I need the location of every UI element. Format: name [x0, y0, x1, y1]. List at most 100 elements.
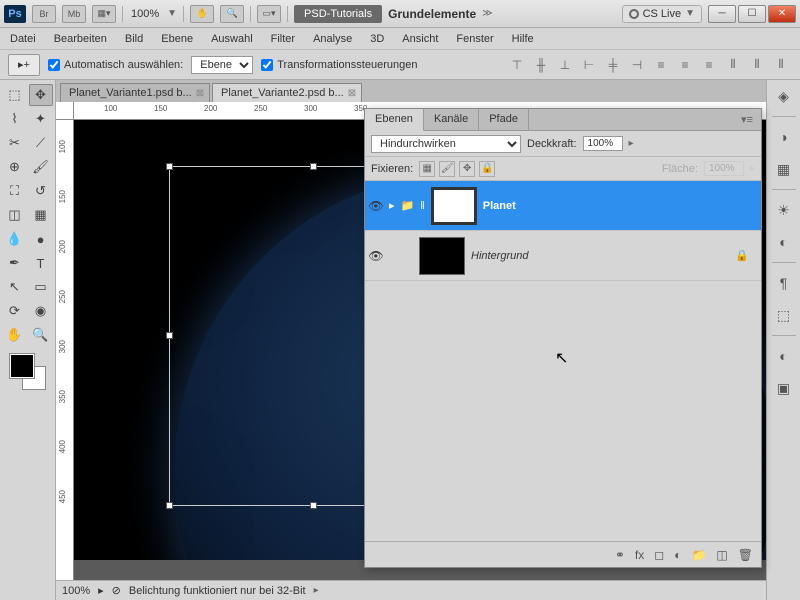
- layer-row[interactable]: 👁 ▸ 📁 ‖ Planet: [365, 181, 761, 231]
- distribute-2-icon[interactable]: ≡: [674, 54, 696, 76]
- hand-tool-button[interactable]: ✋: [190, 5, 214, 23]
- transform-handle[interactable]: [166, 502, 173, 509]
- distribute-3-icon[interactable]: ≡: [698, 54, 720, 76]
- distribute-1-icon[interactable]: ≡: [650, 54, 672, 76]
- layer-thumbnail[interactable]: [419, 237, 465, 275]
- layer-row[interactable]: 👁 Hintergrund 🔒: [365, 231, 761, 281]
- auto-select-dropdown[interactable]: Ebene: [191, 56, 253, 74]
- opacity-slider-icon[interactable]: ▸: [629, 138, 634, 149]
- zoom-dropdown-icon[interactable]: ▼: [167, 8, 177, 19]
- lock-transparency-icon[interactable]: ▦: [419, 161, 435, 177]
- history-brush-tool[interactable]: ↺: [29, 180, 53, 202]
- menu-bearbeiten[interactable]: Bearbeiten: [54, 33, 107, 45]
- pen-tool[interactable]: ✒: [3, 252, 27, 274]
- new-layer-icon[interactable]: ◫: [716, 548, 727, 562]
- shape-tool[interactable]: ▭: [29, 276, 53, 298]
- close-tab-icon[interactable]: ⊠: [348, 88, 356, 99]
- opacity-value[interactable]: 100%: [583, 136, 623, 151]
- transform-handle[interactable]: [166, 163, 173, 170]
- expand-icon[interactable]: ▸: [389, 199, 395, 212]
- tab-pfade[interactable]: Pfade: [479, 109, 529, 130]
- fill-slider-icon[interactable]: ▸: [750, 163, 755, 174]
- wand-tool[interactable]: ✦: [29, 108, 53, 130]
- menu-ansicht[interactable]: Ansicht: [402, 33, 438, 45]
- styles-dock-icon[interactable]: ⬚: [772, 303, 796, 327]
- panel-menu-icon[interactable]: ▾≡: [733, 109, 761, 130]
- brush-tool[interactable]: 🖌: [29, 156, 53, 178]
- workspace-preset[interactable]: PSD-Tutorials: [294, 5, 382, 23]
- transform-handle[interactable]: [310, 163, 317, 170]
- path-tool[interactable]: ↖: [3, 276, 27, 298]
- layer-name[interactable]: Hintergrund: [471, 250, 528, 262]
- stamp-tool[interactable]: ⛶: [3, 180, 27, 202]
- menu-fenster[interactable]: Fenster: [456, 33, 493, 45]
- marquee-tool[interactable]: ⬚: [3, 84, 27, 106]
- screen-mode-button[interactable]: ▭▾: [257, 5, 281, 23]
- view-extras-button[interactable]: ▦▾: [92, 5, 116, 23]
- status-zoom[interactable]: 100%: [62, 585, 90, 597]
- adjustments-dock-icon[interactable]: ☀: [772, 198, 796, 222]
- close-button[interactable]: ✕: [768, 5, 796, 23]
- zoom-tool-button[interactable]: 🔍: [220, 5, 244, 23]
- layer-name[interactable]: Planet: [483, 200, 516, 212]
- align-hcenter-icon[interactable]: ╪: [602, 54, 624, 76]
- menu-filter[interactable]: Filter: [271, 33, 295, 45]
- document-tab[interactable]: Planet_Variante2.psd b...⊠: [212, 83, 362, 102]
- menu-bild[interactable]: Bild: [125, 33, 143, 45]
- tab-kanale[interactable]: Kanäle: [424, 109, 479, 130]
- visibility-icon[interactable]: 👁: [369, 249, 383, 263]
- menu-hilfe[interactable]: Hilfe: [512, 33, 534, 45]
- minibridge-button[interactable]: Mb: [62, 5, 86, 23]
- crop-tool[interactable]: ✂: [3, 132, 27, 154]
- camera-tool[interactable]: ◉: [29, 300, 53, 322]
- dodge-tool[interactable]: ●: [29, 228, 53, 250]
- menu-analyse[interactable]: Analyse: [313, 33, 352, 45]
- align-top-icon[interactable]: ⊤: [506, 54, 528, 76]
- transform-handle[interactable]: [166, 332, 173, 339]
- new-group-icon[interactable]: 📁: [691, 548, 706, 562]
- close-tab-icon[interactable]: ⊠: [196, 88, 204, 99]
- hand-tool[interactable]: ✋: [3, 324, 27, 346]
- navigator-dock-icon[interactable]: ▣: [772, 376, 796, 400]
- color-swatches[interactable]: [10, 354, 46, 390]
- blend-mode-dropdown[interactable]: Hindurchwirken: [371, 135, 521, 153]
- type-tool[interactable]: T: [29, 252, 53, 274]
- gradient-tool[interactable]: ▦: [29, 204, 53, 226]
- link-layers-icon[interactable]: ⚭: [615, 548, 625, 562]
- workspace-more-icon[interactable]: ≫: [482, 8, 492, 19]
- align-bottom-icon[interactable]: ⊥: [554, 54, 576, 76]
- distribute-6-icon[interactable]: ⦀: [770, 54, 792, 76]
- healing-tool[interactable]: ⊕: [3, 156, 27, 178]
- layer-thumbnail[interactable]: [431, 187, 477, 225]
- fill-value[interactable]: 100%: [704, 161, 744, 176]
- align-right-icon[interactable]: ⊣: [626, 54, 648, 76]
- menu-3d[interactable]: 3D: [370, 33, 384, 45]
- align-vcenter-icon[interactable]: ╫: [530, 54, 552, 76]
- maximize-button[interactable]: ☐: [738, 5, 766, 23]
- align-left-icon[interactable]: ⊢: [578, 54, 600, 76]
- menu-ebene[interactable]: Ebene: [161, 33, 193, 45]
- color-dock-icon[interactable]: ◑: [772, 125, 796, 149]
- masks-dock-icon[interactable]: ◐: [772, 230, 796, 254]
- status-icon[interactable]: ▸: [98, 584, 104, 597]
- delete-layer-icon[interactable]: 🗑: [738, 548, 753, 562]
- ruler-origin[interactable]: [56, 102, 74, 120]
- visibility-icon[interactable]: 👁: [369, 199, 383, 213]
- foreground-color[interactable]: [10, 354, 34, 378]
- eyedropper-tool[interactable]: ⟋: [29, 132, 53, 154]
- mask-link-icon[interactable]: ‖: [420, 200, 425, 212]
- transform-controls-checkbox[interactable]: Transformationssteuerungen: [261, 59, 417, 71]
- zoom-tool[interactable]: 🔍: [29, 324, 53, 346]
- swatches-dock-icon[interactable]: ▦: [772, 157, 796, 181]
- lock-position-icon[interactable]: ✥: [459, 161, 475, 177]
- move-tool[interactable]: ✥: [29, 84, 53, 106]
- zoom-level[interactable]: 100%: [129, 8, 161, 20]
- adjustment-layer-icon[interactable]: ◐: [674, 548, 681, 562]
- lasso-tool[interactable]: ⌇: [3, 108, 27, 130]
- tab-ebenen[interactable]: Ebenen: [365, 109, 424, 131]
- workspace-name[interactable]: Grundelemente: [388, 7, 476, 21]
- auto-select-checkbox[interactable]: Automatisch auswählen:: [48, 59, 183, 71]
- vertical-ruler[interactable]: 100150200250300350400450: [56, 120, 74, 580]
- current-tool-icon[interactable]: ▸+: [8, 54, 40, 76]
- blur-tool[interactable]: 💧: [3, 228, 27, 250]
